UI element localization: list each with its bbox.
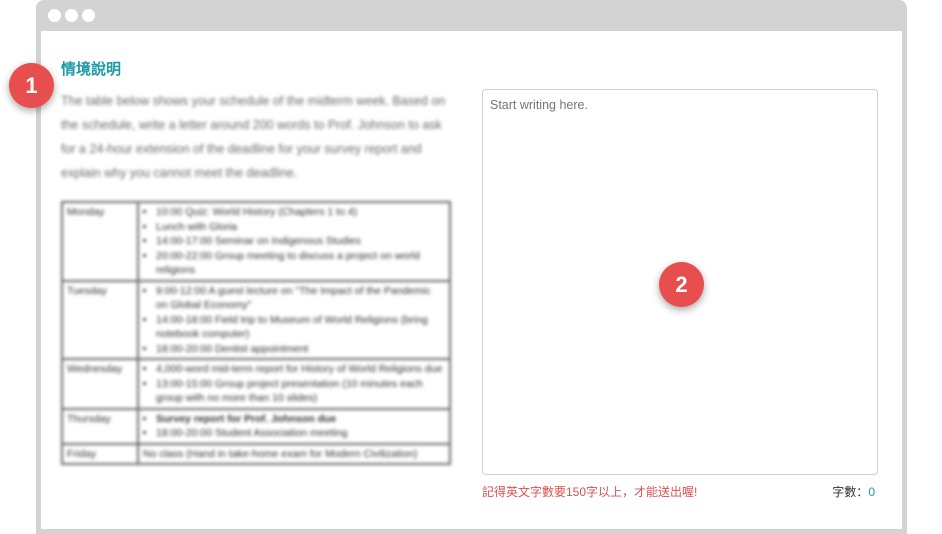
list-item: 14:00-17:00 Seminar on Indigenous Studie… [156, 234, 445, 249]
word-count-label: 字數： [832, 485, 869, 499]
list-item: 20:00-22:00 Group meeting to discuss a p… [156, 249, 445, 278]
schedule-day-cell: Tuesday [61, 279, 139, 360]
word-count: 字數：0 [832, 483, 875, 500]
step-badge-2: 2 [659, 262, 704, 307]
schedule-item-list: 4,000-word mid-term report for History o… [143, 362, 445, 406]
step-badge-1: 1 [9, 63, 54, 108]
table-row: Monday 10:00 Quiz: World History (Chapter… [61, 201, 451, 282]
list-item: Survey report for Prof. Johnson due [156, 412, 445, 427]
window-dot-icon [82, 9, 95, 22]
list-item: 10:00 Quiz: World History (Chapters 1 to… [156, 205, 445, 220]
schedule-items-cell: 9:00-12:00 A guest lecture on "The Impac… [137, 279, 451, 360]
schedule-item-list: 9:00-12:00 A guest lecture on "The Impac… [143, 284, 445, 357]
page-content: 情境說明 The table below shows your schedule… [41, 31, 902, 529]
table-row: Friday No class (Hand in take-home exam f… [61, 442, 451, 465]
schedule-items-cell: No class (Hand in take-home exam for Mod… [137, 442, 451, 465]
schedule-day-cell: Friday [61, 442, 139, 465]
list-item: 18:00-20:00 Dentist appointment [156, 342, 445, 357]
prompt-description: The table below shows your schedule of t… [61, 94, 446, 180]
list-item: Lunch with Gloria [156, 220, 445, 235]
schedule-day-cell: Thursday [61, 407, 139, 445]
section-title: 情境說明 [61, 61, 122, 78]
list-item: 14:00-18:00 Field trip to Museum of Worl… [156, 313, 445, 342]
word-count-value: 0 [868, 485, 875, 499]
word-requirement-warning: 記得英文字數要150字以上，才能送出喔! [482, 485, 698, 499]
table-row: Tuesday 9:00-12:00 A guest lecture on "Th… [61, 279, 451, 360]
window-titlebar [36, 0, 907, 31]
window-dot-icon [48, 9, 61, 22]
schedule-table: Monday 10:00 Quiz: World History (Chapter… [61, 201, 451, 465]
schedule-day-cell: Monday [61, 201, 139, 282]
schedule-items-cell: 10:00 Quiz: World History (Chapters 1 to… [137, 201, 451, 282]
schedule-items-cell: Survey report for Prof. Johnson due18:00… [137, 407, 451, 445]
list-item: 4,000-word mid-term report for History o… [156, 362, 445, 377]
table-row: ThursdaySurvey report for Prof. Johnson … [61, 407, 451, 445]
window-dot-icon [65, 9, 78, 22]
browser-window: 情境說明 The table below shows your schedule… [36, 0, 907, 534]
list-item: 18:00-20:00 Student Association meeting [156, 426, 445, 441]
schedule-items-cell: 4,000-word mid-term report for History o… [137, 358, 451, 410]
table-row: Wednesday 4,000-word mid-term report for … [61, 358, 451, 410]
schedule-item-list: 10:00 Quiz: World History (Chapters 1 to… [143, 205, 445, 278]
list-item: 13:00-15:00 Group project presentation (… [156, 377, 445, 406]
schedule-day-cell: Wednesday [61, 358, 139, 410]
list-item: 9:00-12:00 A guest lecture on "The Impac… [156, 284, 445, 313]
schedule-item-list: Survey report for Prof. Johnson due18:00… [143, 412, 445, 441]
